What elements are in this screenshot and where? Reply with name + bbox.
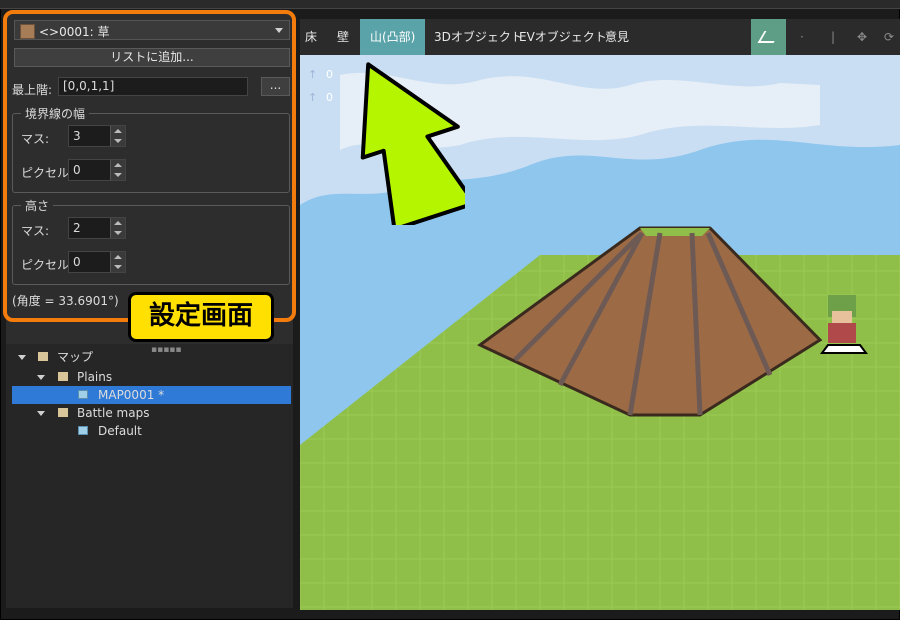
tree-node-label: Default [98,424,142,438]
tab-floor[interactable]: 床 [305,19,317,55]
tree-node-label: MAP0001 * [98,388,165,402]
tree-node-map0001[interactable]: MAP0001 * [12,386,291,404]
axis-up-icon: ↑ [308,68,318,81]
map-icon [78,426,88,435]
tree-node-label: マップ [57,350,94,364]
tree-node-maps[interactable]: マップ [12,348,291,366]
pointer-arrow [360,62,465,225]
coord-readout-a: 0 [326,68,333,81]
mountain-top-grass [640,228,710,236]
coord-readout-b: 0 [326,91,333,104]
tab-wall[interactable]: 壁 [337,19,349,55]
tree-node-label: Plains [77,370,113,384]
pen-icon [757,31,781,43]
tree-node-default[interactable]: Default [12,422,291,440]
tab-ev-object[interactable]: EVオブジェクト [519,19,607,55]
rotate-tool-icon[interactable]: ⟳ [884,30,894,44]
dot-tool-icon[interactable]: · [800,30,804,44]
title-strip [0,0,900,9]
expand-icon[interactable] [37,411,45,416]
tree-node-plains[interactable]: Plains [12,368,291,386]
folder-icon [38,352,48,361]
map-icon [78,390,88,399]
folder-icon [58,408,68,417]
expand-icon[interactable] [18,355,26,360]
tree-node-battle-maps[interactable]: Battle maps [12,404,291,422]
expand-icon[interactable] [37,375,45,380]
divider-icon: | [831,30,836,44]
pen-tool-button[interactable] [751,19,786,55]
folder-icon [58,372,68,381]
settings-highlight-box [3,10,296,322]
tree-node-label: Battle maps [77,406,150,420]
move-tool-icon[interactable]: ✥ [857,30,867,44]
tab-opinion[interactable]: 意見 [605,19,629,55]
axis-up-icon-2: ↑ [308,91,318,104]
settings-callout: 設定画面 [128,292,274,342]
